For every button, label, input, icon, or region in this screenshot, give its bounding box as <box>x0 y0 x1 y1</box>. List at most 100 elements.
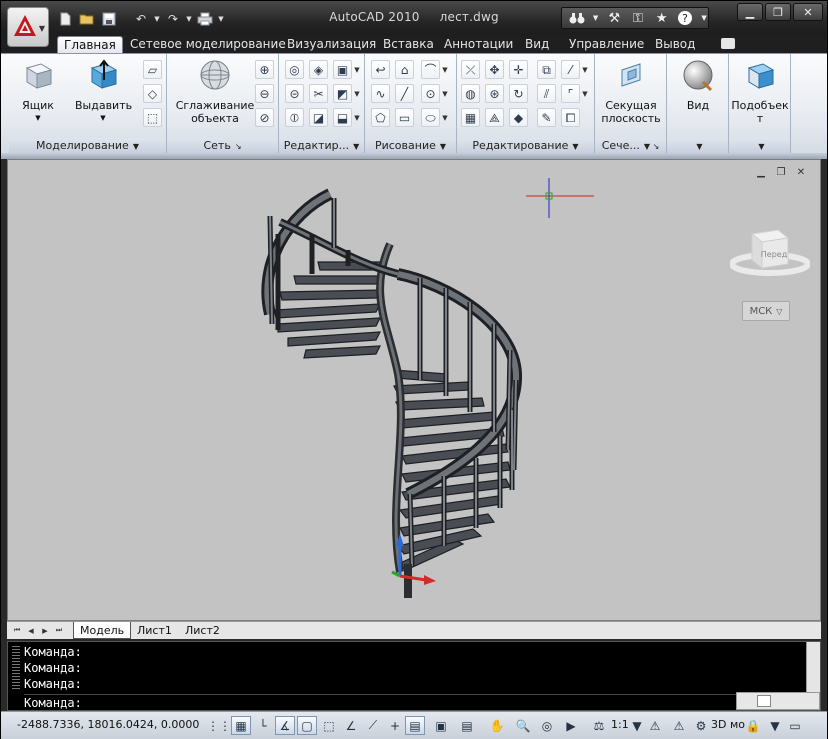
extract-edges-icon[interactable]: ◈ <box>309 60 328 79</box>
panel-draw-title[interactable]: Рисование ▼ <box>365 138 456 154</box>
3d-object-snap-icon[interactable]: ⬚ <box>319 716 339 735</box>
command-scrollbar[interactable] <box>806 642 820 694</box>
copy-icon[interactable]: ⧠ <box>561 108 580 127</box>
ucs-menu[interactable]: МСК ▽ <box>742 301 790 321</box>
move-icon[interactable]: ⤫ <box>461 60 480 79</box>
solid-faces-icon[interactable]: ▣ <box>333 60 352 79</box>
viewport-close-icon[interactable]: ✕ <box>794 166 808 178</box>
thicken-icon[interactable]: ◪ <box>309 108 328 127</box>
fillet-icon[interactable]: ⌜ <box>561 84 580 103</box>
mesh-convert-icon[interactable]: ⊘ <box>255 108 274 127</box>
help-dropdown-icon[interactable]: ▼ <box>700 9 708 27</box>
maximize-icon[interactable]: ❐ <box>765 3 791 21</box>
command-input[interactable]: Команда: <box>24 694 736 710</box>
3d-rotate-icon[interactable]: ✥ <box>485 60 504 79</box>
mesh-add-icon[interactable]: ⊕ <box>255 60 274 79</box>
panel-section-title[interactable]: Сече... ▼ ↘ <box>595 138 666 154</box>
tab-layout1[interactable]: Лист1 <box>131 622 178 639</box>
presspull-icon[interactable]: ◇ <box>143 84 162 103</box>
viewport-restore-icon[interactable]: ❐ <box>774 166 788 178</box>
subobject-button[interactable]: Подобъек т <box>731 58 789 125</box>
last-tab-icon[interactable]: ⏭ <box>53 624 65 637</box>
annotation-scale-dropdown-icon[interactable]: ▼ <box>627 716 647 735</box>
polysolid-icon[interactable]: ▱ <box>143 60 162 79</box>
help-icon[interactable]: ? <box>676 9 694 27</box>
drawing-viewport[interactable]: ▁ ❐ ✕ Перед МСК ▽ <box>7 159 821 621</box>
tab-layout2[interactable]: Лист2 <box>179 622 226 639</box>
section-plane-button[interactable]: Секущая плоскость <box>597 58 665 125</box>
object-snap-tracking-icon[interactable]: ∠ <box>341 716 361 735</box>
snap-mode-icon[interactable]: ⋮⋮ <box>207 716 231 735</box>
break-icon[interactable]: ⁄ <box>561 60 580 79</box>
view-button[interactable]: Вид <box>671 58 725 112</box>
edit-edges-dropdown-icon[interactable]: ▼ <box>353 108 361 127</box>
close-icon[interactable]: ✕ <box>793 3 823 21</box>
coordinate-readout[interactable]: -2488.7336, 18016.0424, 0.0000 <box>17 718 199 731</box>
circle-icon[interactable]: ⊙ <box>421 84 440 103</box>
panel-view-title[interactable]: ▼ <box>667 138 728 154</box>
binoculars-icon[interactable] <box>568 9 586 27</box>
first-tab-icon[interactable]: ⏮ <box>11 624 23 637</box>
solid-faces-dropdown-icon[interactable]: ▼ <box>353 60 361 79</box>
intersect-icon[interactable]: ⦶ <box>285 108 304 127</box>
favorites-star-icon[interactable]: ★ <box>653 9 671 27</box>
tab-mesh-modeling[interactable]: Сетевое моделирование <box>124 36 292 53</box>
rotate-icon[interactable]: ↻ <box>509 84 528 103</box>
workspace-label[interactable]: 3D мо <box>711 718 745 731</box>
application-menu-button[interactable]: ▼ <box>7 7 49 47</box>
scroll-thumb[interactable] <box>757 695 771 707</box>
trim-icon[interactable]: ⫽ <box>537 84 556 103</box>
mesh-remove-icon[interactable]: ⊖ <box>255 84 274 103</box>
arc-icon[interactable]: ⌒ <box>421 60 440 79</box>
grid-display-icon[interactable]: ▦ <box>231 716 251 735</box>
mirror-3d-icon[interactable]: ⊛ <box>485 84 504 103</box>
3d-align-icon[interactable]: ⧉ <box>537 60 556 79</box>
steeringwheel-icon[interactable]: ◎ <box>537 716 557 735</box>
key-icon[interactable]: ⚿ <box>629 9 647 27</box>
arc-dropdown-icon[interactable]: ▼ <box>441 60 449 79</box>
rectangle-icon[interactable]: ▭ <box>395 108 414 127</box>
workspace-switching-icon[interactable]: ⚙ <box>691 716 711 735</box>
layout-icon[interactable]: ▤ <box>457 716 477 735</box>
dynamic-input-icon[interactable]: + <box>385 716 405 735</box>
lineweight-icon[interactable]: ▤ <box>405 716 425 735</box>
showmotion-icon[interactable]: ▶ <box>561 716 581 735</box>
3d-polyline-icon[interactable]: ⌂ <box>395 60 414 79</box>
ellipse-icon[interactable]: ⬭ <box>421 108 440 127</box>
next-tab-icon[interactable]: ▶ <box>39 624 51 637</box>
tab-view[interactable]: Вид <box>519 36 555 53</box>
panel-modeling-title[interactable]: Моделирование ▼ <box>9 138 166 154</box>
command-window-grip[interactable] <box>12 646 20 690</box>
slice-icon[interactable]: ✂ <box>309 84 328 103</box>
panel-modify-title[interactable]: Редактирование ▼ <box>457 138 594 154</box>
tab-annotate[interactable]: Аннотации <box>438 36 519 53</box>
ortho-mode-icon[interactable]: └ <box>253 716 273 735</box>
extrude-button[interactable]: Выдавить ▼ <box>75 58 132 125</box>
match-properties-icon[interactable]: ✎ <box>537 108 556 127</box>
3d-move-icon[interactable]: ✛ <box>509 60 528 79</box>
imprint-dropdown-icon[interactable]: ▼ <box>353 84 361 103</box>
rectangular-array-icon[interactable]: ▦ <box>461 108 480 127</box>
3d-array-icon[interactable]: ◍ <box>461 84 480 103</box>
annotation-visibility-icon[interactable]: ⚠ <box>645 716 665 735</box>
edit-edges-icon[interactable]: ⬓ <box>333 108 352 127</box>
annotation-scale-icon[interactable]: ⚖ <box>589 716 609 735</box>
stretch-icon[interactable]: ◆ <box>509 108 528 127</box>
viewport-minimize-icon[interactable]: ▁ <box>754 166 768 178</box>
prev-tab-icon[interactable]: ◀ <box>25 624 37 637</box>
lock-ui-icon[interactable]: 🔒 <box>743 716 763 735</box>
panel-solid-edit-title[interactable]: Редактир... ▼ <box>279 138 364 154</box>
union-icon[interactable]: ◎ <box>285 60 304 79</box>
tab-home[interactable]: Главная <box>57 36 123 53</box>
panel-mesh-title[interactable]: Сеть ↘ <box>167 138 278 154</box>
dynamic-ucs-icon[interactable]: ⟋ <box>363 716 383 735</box>
spiral-staircase-model[interactable] <box>248 174 548 604</box>
tab-insert[interactable]: Вставка <box>377 36 440 53</box>
tab-render[interactable]: Визуализация <box>281 36 382 53</box>
imprint-icon[interactable]: ◩ <box>333 84 352 103</box>
object-snap-icon[interactable]: ▢ <box>297 716 317 735</box>
viewcube[interactable]: Перед <box>730 224 810 284</box>
polar-tracking-icon[interactable]: ∡ <box>275 716 295 735</box>
search-dropdown-icon[interactable]: ▼ <box>592 9 600 27</box>
polygon-icon[interactable]: ⬠ <box>371 108 390 127</box>
